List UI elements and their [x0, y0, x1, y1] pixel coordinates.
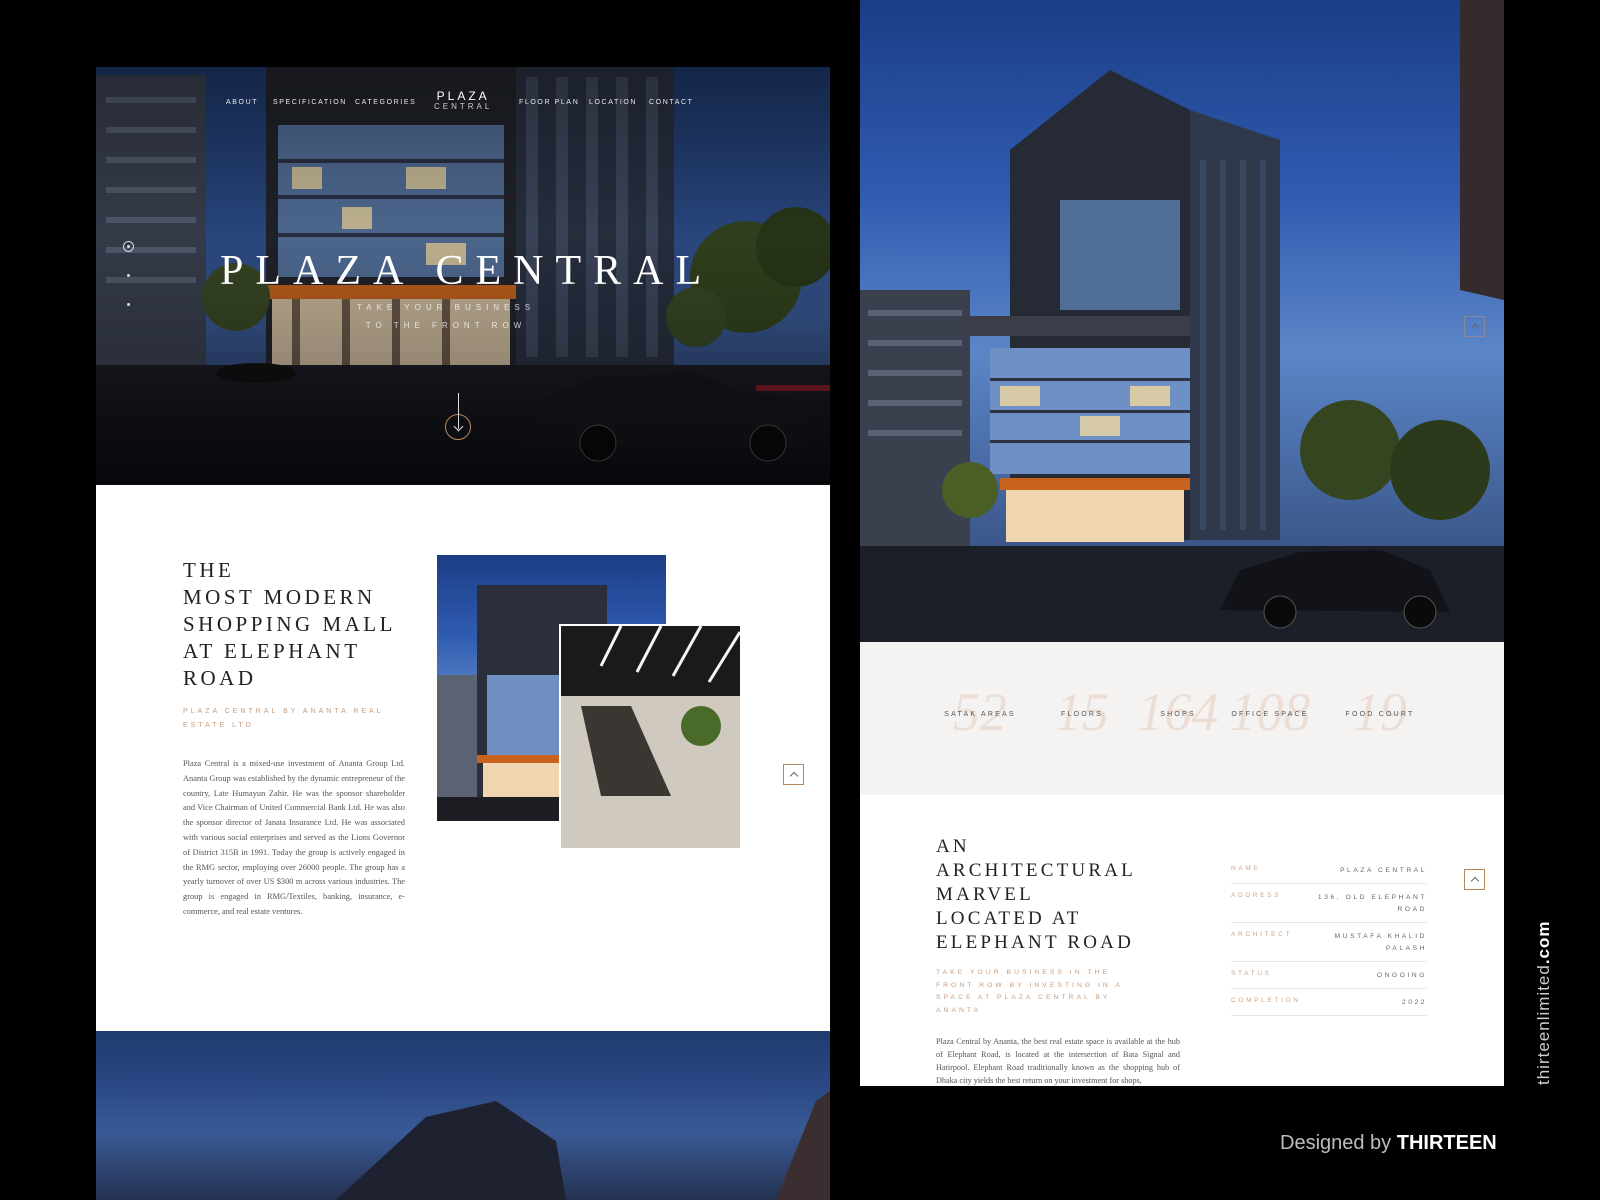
stat-food-court: 19 FOOD COURT	[1330, 682, 1430, 742]
about-title: THE MOST MODERN SHOPPING MALL AT ELEPHAN…	[183, 557, 396, 692]
hero-section: ABOUT SPECIFICATION CATEGORIES PLAZA CEN…	[96, 67, 830, 485]
about-body: Plaza Central is a mixed-use investment …	[183, 759, 405, 916]
spec-key: ARCHITECT	[1231, 931, 1293, 938]
spec-value: 136, OLD ELEPHANT ROAD	[1317, 894, 1427, 913]
stat-label: SATAK AREAS	[944, 711, 1016, 718]
logo[interactable]: PLAZA CENTRAL	[434, 89, 492, 111]
spec-row: ADDRESS 136, OLD ELEPHANT ROAD	[1231, 890, 1427, 923]
about-title-line: ROAD	[183, 666, 257, 690]
spec-value: ONGOING	[1376, 972, 1427, 979]
spec-row: ARCHITECT MUSTAFA KHALID PALASH	[1231, 929, 1427, 962]
designed-by: Designed by THIRTEEN	[1280, 1132, 1497, 1155]
hero-subtitle: TAKE YOUR BUSINESS TO THE FRONT ROW	[346, 299, 546, 335]
logo-line2: CENTRAL	[434, 102, 493, 111]
info-tagline: TAKE YOUR BUSINESS IN THE FRONT ROW BY I…	[936, 969, 1123, 1014]
stat-office-space: 108 OFFICE SPACE	[1220, 682, 1320, 742]
about-tagline: PLAZA CENTRAL BY ANANTA REAL ESTATE LTD	[183, 708, 384, 729]
spec-key: STATUS	[1231, 970, 1272, 977]
nav-specification[interactable]: SPECIFICATION	[273, 99, 347, 106]
designed-by-prefix: Designed by	[1280, 1132, 1392, 1154]
hero-title: PLAZA CENTRAL	[220, 248, 714, 294]
slide-dot-active[interactable]	[123, 241, 134, 252]
spec-table: NAME PLAZA CENTRAL ADDRESS 136, OLD ELEP…	[1231, 863, 1427, 1022]
info-title-line: ARCHITECTURAL	[936, 860, 1136, 881]
side-credit-prefix: thirteenlimited	[1534, 964, 1553, 1085]
side-credit: thirteenlimited.com	[1534, 920, 1554, 1085]
stat-label: FOOD COURT	[1345, 711, 1415, 718]
stat-label: SHOPS	[1160, 711, 1196, 718]
spec-row: NAME PLAZA CENTRAL	[1231, 863, 1427, 884]
info-title: AN ARCHITECTURAL MARVEL LOCATED AT ELEPH…	[936, 835, 1136, 955]
nav-floor-plan[interactable]: FLOOR PLAN	[519, 99, 579, 106]
left-mockup: ABOUT SPECIFICATION CATEGORIES PLAZA CEN…	[96, 67, 830, 1200]
slide-indicator	[123, 241, 134, 332]
chevron-up-icon[interactable]	[783, 764, 804, 785]
info-title-line: LOCATED AT	[936, 908, 1082, 929]
nav-categories[interactable]: CATEGORIES	[355, 99, 416, 106]
hero-subtitle-line2: TO THE FRONT ROW	[365, 321, 527, 330]
stat-shops: 164 SHOPS	[1128, 682, 1228, 742]
spec-value: PLAZA CENTRAL	[1340, 867, 1427, 874]
info-body: Plaza Central by Ananta, the best real e…	[936, 1037, 1180, 1085]
spec-key: ADDRESS	[1231, 892, 1282, 899]
info-title-line: MARVEL	[936, 884, 1034, 905]
about-title-line: SHOPPING MALL	[183, 612, 396, 636]
stat-label: FLOORS	[1061, 711, 1103, 718]
about-title-line: AT ELEPHANT	[183, 639, 361, 663]
hero-subtitle-line1: TAKE YOUR BUSINESS	[356, 303, 536, 312]
stat-satak: 52 SATAK AREAS	[940, 682, 1020, 742]
about-title-line: THE	[183, 558, 235, 582]
about-title-line: MOST MODERN	[183, 585, 376, 609]
escalator-photo	[559, 624, 742, 850]
nav-about[interactable]: ABOUT	[226, 99, 258, 106]
stat-floors: 15 FLOORS	[1042, 682, 1122, 742]
nav-contact[interactable]: CONTACT	[649, 99, 694, 106]
chevron-up-icon[interactable]	[1464, 316, 1485, 337]
info-title-line: ELEPHANT ROAD	[936, 932, 1134, 953]
designed-by-brand: THIRTEEN	[1396, 1132, 1497, 1154]
spec-value: MUSTAFA KHALID PALASH	[1334, 933, 1427, 952]
spec-key: NAME	[1231, 865, 1261, 872]
slide-dot[interactable]	[127, 274, 130, 277]
slide-dot[interactable]	[127, 303, 130, 306]
spec-row: COMPLETION 2022	[1231, 995, 1427, 1016]
next-section-preview	[96, 1031, 830, 1200]
nav-location[interactable]: LOCATION	[589, 99, 637, 106]
stats-strip: 52 SATAK AREAS 15 FLOORS 164 SHOPS 108 O…	[860, 642, 1504, 795]
side-credit-suffix: .com	[1534, 920, 1553, 965]
chevron-up-icon[interactable]	[1464, 869, 1485, 890]
about-section: THE MOST MODERN SHOPPING MALL AT ELEPHAN…	[96, 485, 830, 1031]
info-section: AN ARCHITECTURAL MARVEL LOCATED AT ELEPH…	[860, 795, 1504, 1086]
stat-label: OFFICE SPACE	[1231, 711, 1309, 718]
building-render-image	[860, 0, 1504, 642]
spec-key: COMPLETION	[1231, 997, 1301, 1004]
logo-line1: PLAZA	[436, 89, 490, 103]
arrow-down-circle-icon[interactable]	[445, 393, 471, 440]
main-nav: ABOUT SPECIFICATION CATEGORIES PLAZA CEN…	[96, 89, 830, 119]
info-title-line: AN	[936, 836, 970, 857]
building-hero	[860, 0, 1504, 642]
spec-value: 2022	[1401, 999, 1427, 1006]
spec-row: STATUS ONGOING	[1231, 968, 1427, 989]
right-mockup: 52 SATAK AREAS 15 FLOORS 164 SHOPS 108 O…	[860, 0, 1504, 1086]
